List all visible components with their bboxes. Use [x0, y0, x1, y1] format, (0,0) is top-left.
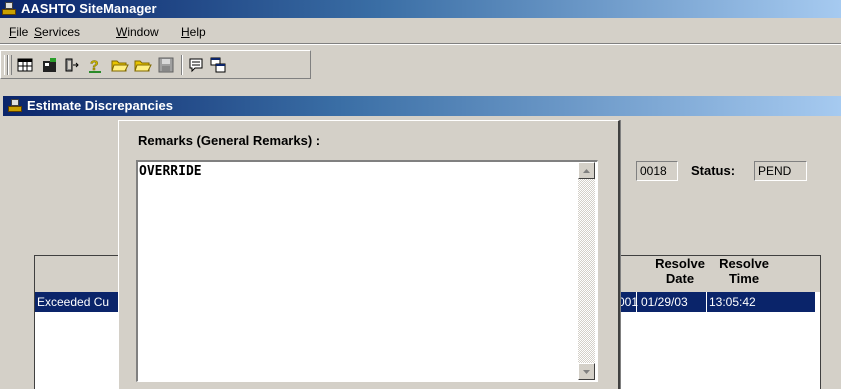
open-folder-icon[interactable]: [134, 56, 152, 74]
remarks-label: Remarks (General Remarks) :: [138, 133, 321, 148]
column-header-resolve-date[interactable]: Resolve Date: [652, 256, 708, 286]
toolbar-separator: [181, 55, 183, 75]
menu-bar: File Services Window Help: [0, 22, 841, 40]
cell-divider: [706, 292, 707, 312]
help-icon[interactable]: ?: [86, 56, 104, 74]
window-title: Estimate Discrepancies: [27, 98, 173, 113]
cell-divider: [636, 292, 637, 312]
camera-icon[interactable]: [41, 56, 59, 74]
status-label: Status:: [691, 163, 736, 178]
remarks-textarea[interactable]: [136, 160, 598, 382]
up-arrow-icon: [583, 168, 590, 173]
window-icon: [8, 99, 22, 112]
exit-icon[interactable]: [63, 56, 81, 74]
menu-file[interactable]: File: [9, 25, 28, 39]
menu-window[interactable]: Window: [116, 25, 159, 39]
cell-description: Exceeded Cu: [37, 295, 110, 309]
app-title: AASHTO SiteManager: [21, 1, 157, 16]
app-title-bar[interactable]: AASHTO SiteManager: [0, 0, 841, 18]
menu-help[interactable]: Help: [181, 25, 206, 39]
status-field[interactable]: PEND: [754, 161, 807, 181]
scroll-down-button[interactable]: [578, 363, 595, 380]
window-tile-icon[interactable]: [209, 56, 227, 74]
scroll-up-button[interactable]: [578, 162, 595, 179]
child-window-title-bar[interactable]: Estimate Discrepancies: [3, 96, 841, 116]
save-icon[interactable]: [157, 56, 175, 74]
table-icon[interactable]: [16, 56, 34, 74]
toolbar: ?: [0, 50, 311, 79]
menu-services[interactable]: Services: [34, 25, 80, 39]
remarks-text[interactable]: OVERRIDE: [139, 164, 202, 179]
cell-resolve-time: 13:05:42: [709, 295, 756, 309]
app-icon: [2, 2, 16, 15]
toolbar-grip[interactable]: [8, 55, 12, 75]
id-field[interactable]: 0018: [636, 161, 678, 181]
down-arrow-icon: [583, 369, 590, 374]
open-folder-icon[interactable]: [111, 56, 129, 74]
column-header-resolve-time[interactable]: Resolve Time: [714, 256, 774, 286]
svg-text:?: ?: [90, 57, 99, 73]
comment-icon[interactable]: [187, 56, 205, 74]
menu-divider: [0, 43, 841, 45]
cell-resolve-date: 01/29/03: [641, 295, 688, 309]
remarks-scrollbar[interactable]: [578, 162, 595, 380]
